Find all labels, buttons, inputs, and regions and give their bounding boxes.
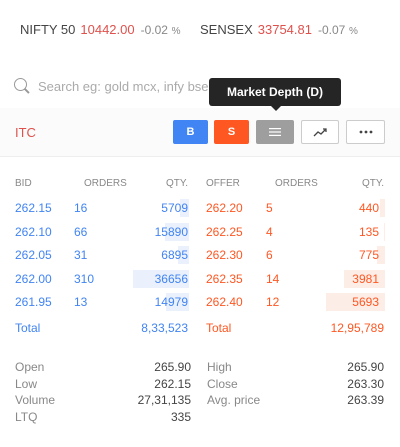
index-value: 10442.00 bbox=[80, 22, 135, 37]
offer-price: 262.30 bbox=[206, 248, 243, 262]
bid-price: 262.05 bbox=[15, 248, 52, 262]
buy-button[interactable]: B bbox=[173, 120, 208, 144]
index-name: NIFTY 50 bbox=[20, 22, 76, 37]
stat-value: 265.90 bbox=[154, 360, 191, 374]
stat-value: 263.30 bbox=[347, 376, 384, 391]
offer-qty: 135 bbox=[358, 224, 379, 239]
market-depth-tooltip: Market Depth (D) bbox=[209, 78, 341, 111]
bid-price: 262.00 bbox=[15, 271, 52, 286]
offer-price: 262.25 bbox=[206, 224, 243, 239]
offer-orders: 6 bbox=[266, 248, 273, 262]
bid-price: 261.95 bbox=[15, 295, 52, 309]
stat-value: 263.39 bbox=[347, 393, 384, 407]
list-icon bbox=[269, 128, 281, 136]
index-name: SENSEX bbox=[200, 22, 253, 37]
index-change: -0.02 bbox=[140, 23, 168, 37]
bid-orders: 31 bbox=[74, 248, 88, 262]
stat-value: 27,31,135 bbox=[137, 393, 191, 407]
stat-label: Close bbox=[207, 376, 238, 391]
bid-qty: 14979 bbox=[154, 295, 188, 309]
stat-label: Low bbox=[15, 376, 38, 391]
header-bid: BID bbox=[15, 178, 32, 189]
offer-qty-bar bbox=[380, 199, 385, 217]
stat-value: 265.90 bbox=[347, 360, 384, 374]
bid-orders: 66 bbox=[74, 224, 88, 239]
bid-total-label: Total bbox=[15, 321, 41, 335]
stat-label: High bbox=[207, 360, 232, 374]
header-offer: OFFER bbox=[206, 178, 240, 189]
offer-orders: 12 bbox=[266, 295, 280, 309]
offer-orders: 5 bbox=[266, 201, 273, 215]
bid-qty: 36656 bbox=[154, 271, 188, 286]
index-value: 33754.81 bbox=[257, 22, 312, 37]
index-pct: % bbox=[171, 26, 181, 37]
index-nifty[interactable]: NIFTY 50 10442.00 -0.02 % bbox=[20, 22, 181, 37]
header-offer-orders: ORDERS bbox=[275, 178, 318, 189]
stat-value: 335 bbox=[170, 409, 191, 424]
bid-qty: 6895 bbox=[161, 248, 188, 262]
stat-value: 262.15 bbox=[154, 376, 191, 391]
offer-qty: 3981 bbox=[352, 271, 379, 286]
bid-price: 262.15 bbox=[15, 201, 52, 215]
more-button[interactable] bbox=[346, 120, 385, 144]
index-pct: % bbox=[348, 26, 358, 37]
bid-orders: 13 bbox=[74, 295, 88, 309]
header-orders: ORDERS bbox=[84, 178, 127, 189]
more-dots-icon bbox=[359, 130, 372, 134]
bid-orders: 16 bbox=[74, 201, 88, 215]
offer-total: 12,95,789 bbox=[330, 321, 384, 335]
offer-qty: 775 bbox=[358, 248, 379, 262]
header-qty: QTY. bbox=[165, 178, 188, 189]
indices-bar: NIFTY 50 10442.00 -0.02 % SENSEX 33754.81 -0… bbox=[0, 0, 400, 65]
offer-price: 262.20 bbox=[206, 201, 243, 215]
search-icon bbox=[14, 78, 27, 91]
bid-price: 262.10 bbox=[15, 224, 52, 239]
stat-label: LTQ bbox=[15, 409, 38, 424]
offer-qty: 440 bbox=[358, 201, 379, 215]
bid-total: 8,33,523 bbox=[141, 321, 188, 335]
bid-qty: 15890 bbox=[154, 224, 188, 239]
index-change: -0.07 bbox=[317, 23, 346, 37]
instrument-symbol: ITC bbox=[15, 125, 36, 140]
offer-price: 262.40 bbox=[206, 295, 243, 309]
trend-chart-icon bbox=[313, 128, 327, 137]
chart-button[interactable] bbox=[301, 120, 339, 144]
stat-label: Avg. price bbox=[207, 393, 261, 407]
market-depth-button[interactable] bbox=[256, 120, 294, 144]
instrument-row[interactable]: ITC B S bbox=[0, 108, 400, 157]
offer-qty-bar bbox=[384, 222, 385, 241]
offer-total-label: Total bbox=[206, 321, 232, 335]
index-sensex[interactable]: SENSEX 33754.81 -0.07 % bbox=[200, 22, 358, 37]
sell-button[interactable]: S bbox=[214, 120, 249, 144]
offer-qty: 5693 bbox=[352, 295, 379, 309]
offer-price: 262.35 bbox=[206, 271, 243, 286]
bid-qty: 5709 bbox=[161, 201, 188, 215]
offer-orders: 14 bbox=[266, 271, 280, 286]
bid-orders: 310 bbox=[74, 271, 95, 286]
stat-label: Volume bbox=[15, 393, 56, 407]
stat-label: Open bbox=[15, 360, 45, 374]
header-offer-qty: QTY. bbox=[361, 178, 384, 189]
offer-orders: 4 bbox=[266, 224, 273, 239]
